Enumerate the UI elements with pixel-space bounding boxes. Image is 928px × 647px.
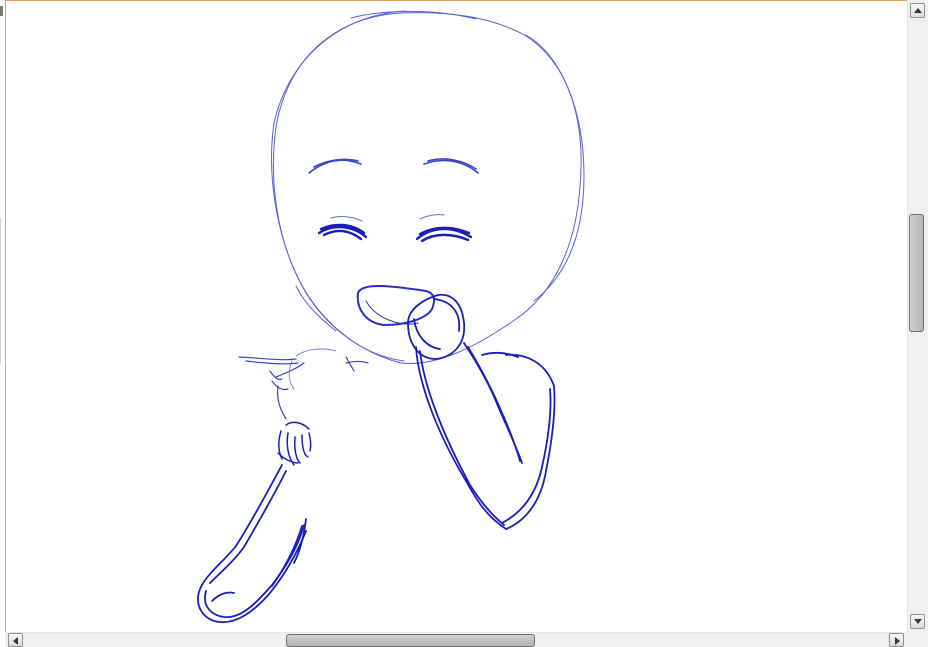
- triangle-left-icon: [13, 637, 18, 645]
- shoulder-sketch: [288, 348, 337, 390]
- triangle-up-icon: [914, 8, 922, 13]
- vertical-scroll-thumb[interactable]: [909, 214, 924, 332]
- horizontal-scroll-thumb[interactable]: [286, 634, 535, 647]
- lower-left-arm: [197, 464, 307, 624]
- scroll-right-button[interactable]: [889, 633, 904, 647]
- triangle-right-icon: [895, 637, 900, 645]
- eye-lashes: [330, 214, 445, 222]
- drawing-canvas[interactable]: [5, 0, 907, 632]
- left-edge-divider: [0, 218, 1, 364]
- left-edge-marker: [0, 6, 3, 16]
- horizontal-scrollbar[interactable]: [5, 632, 907, 647]
- triangle-down-icon: [914, 619, 922, 624]
- scroll-up-button[interactable]: [910, 3, 925, 18]
- scroll-left-button[interactable]: [8, 633, 23, 647]
- drawing-app-window: [0, 0, 928, 647]
- scrollbar-corner: [907, 632, 928, 647]
- scroll-down-button[interactable]: [910, 614, 925, 629]
- closed-eyes: [317, 223, 473, 243]
- left-hand: [277, 421, 312, 466]
- left-shoulder: [238, 356, 369, 420]
- vertical-scrollbar[interactable]: [907, 0, 928, 632]
- sketch-drawing[interactable]: [6, 1, 907, 632]
- open-mouth: [356, 285, 435, 326]
- raised-arm: [407, 293, 556, 530]
- eyebrows: [308, 158, 479, 174]
- head-outline: [271, 10, 585, 365]
